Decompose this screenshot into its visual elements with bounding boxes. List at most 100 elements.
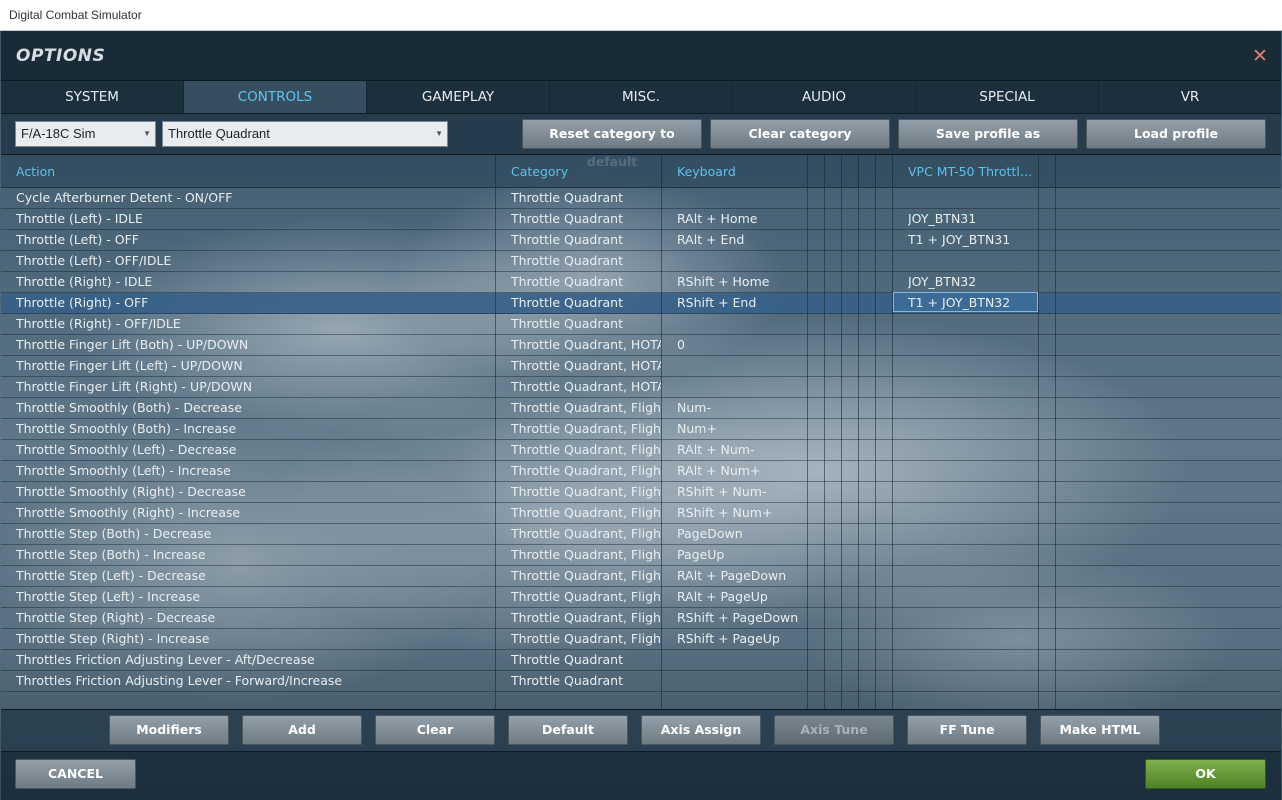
aircraft-select[interactable]: F/A-18C Sim ▼: [15, 121, 156, 147]
category-cell: Throttle Quadrant: [511, 316, 623, 331]
table-row[interactable]: Throttle Step (Both) - Decrease Throttle …: [1, 524, 1281, 545]
table-row[interactable]: Throttle (Right) - IDLE Throttle Quadrant…: [1, 272, 1281, 293]
action-cell: Throttle Smoothly (Both) - Decrease: [16, 400, 242, 415]
keyboard-cell[interactable]: PageUp: [677, 545, 807, 565]
action-cell: Throttle Step (Left) - Decrease: [16, 568, 206, 583]
tab-special[interactable]: SPECIAL: [916, 81, 1099, 113]
table-row[interactable]: Throttle Smoothly (Both) - Increase Throt…: [1, 419, 1281, 440]
table-row[interactable]: Throttle Step (Right) - Decrease Throttle…: [1, 608, 1281, 629]
vpc-throttle-cell[interactable]: T1 + JOY_BTN32: [908, 293, 1036, 313]
keyboard-cell[interactable]: RShift + Num+: [677, 503, 807, 523]
category-select[interactable]: Throttle Quadrant ▼: [162, 121, 448, 147]
keyboard-cell[interactable]: PageDown: [677, 524, 807, 544]
tab-vr[interactable]: VR: [1099, 81, 1281, 113]
axis-assign-button[interactable]: Axis Assign: [641, 715, 761, 745]
table-row[interactable]: Throttle Finger Lift (Both) - UP/DOWN Thr…: [1, 335, 1281, 356]
table-row[interactable]: Throttle Step (Both) - Increase Throttle …: [1, 545, 1281, 566]
cancel-button[interactable]: CANCEL: [15, 759, 136, 789]
ok-button[interactable]: OK: [1145, 759, 1266, 789]
clear-category-button[interactable]: Clear category: [710, 119, 890, 149]
table-row[interactable]: Throttle Smoothly (Left) - Decrease Throt…: [1, 440, 1281, 461]
keyboard-cell[interactable]: RShift + PageUp: [677, 629, 807, 649]
table-row[interactable]: Throttle Smoothly (Both) - Decrease Throt…: [1, 398, 1281, 419]
table-row[interactable]: Throttle Step (Left) - Decrease Throttle …: [1, 566, 1281, 587]
action-cell: Throttle Step (Right) - Increase: [16, 631, 210, 646]
action-cell: Throttle Smoothly (Both) - Increase: [16, 421, 237, 436]
category-cell: Throttle Quadrant, Flight C: [511, 568, 661, 583]
vpc-throttle-cell[interactable]: T1 + JOY_BTN31: [908, 230, 1036, 250]
column-header-action[interactable]: Action: [16, 155, 486, 188]
column-header-category[interactable]: Category: [511, 155, 661, 188]
aircraft-select-value: F/A-18C Sim: [21, 126, 96, 141]
table-row[interactable]: Throttle Step (Left) - Increase Throttle …: [1, 587, 1281, 608]
add-button[interactable]: Add: [242, 715, 362, 745]
axis-tune-button[interactable]: Axis Tune: [774, 715, 894, 745]
keyboard-cell[interactable]: RShift + Home: [677, 272, 807, 292]
table-row[interactable]: Throttle Finger Lift (Left) - UP/DOWN Thr…: [1, 356, 1281, 377]
keyboard-cell[interactable]: RAlt + PageDown: [677, 566, 807, 586]
table-row[interactable]: Throttle (Left) - OFF/IDLE Throttle Quadr…: [1, 251, 1281, 272]
window-title: Digital Combat Simulator: [0, 0, 1282, 31]
close-icon[interactable]: ✕: [1252, 45, 1268, 67]
save-profile-button[interactable]: Save profile as: [898, 119, 1078, 149]
action-cell: Cycle Afterburner Detent - ON/OFF: [16, 190, 233, 205]
modifiers-button[interactable]: Modifiers: [109, 715, 229, 745]
tab-audio[interactable]: AUDIO: [733, 81, 916, 113]
keyboard-cell[interactable]: RShift + Num-: [677, 482, 807, 502]
vpc-throttle-cell[interactable]: JOY_BTN32: [908, 272, 1036, 292]
column-header-keyboard[interactable]: Keyboard: [677, 155, 807, 188]
keyboard-cell[interactable]: 0: [677, 335, 807, 355]
table-row[interactable]: Throttles Friction Adjusting Lever - For…: [1, 671, 1281, 692]
column-header-vpc-throttle[interactable]: VPC MT-50 Throttle ...: [908, 155, 1036, 188]
table-row[interactable]: Throttle Step (Right) - Increase Throttle…: [1, 629, 1281, 650]
keyboard-cell[interactable]: RAlt + PageUp: [677, 587, 807, 607]
category-cell: Throttle Quadrant, Flight C: [511, 631, 661, 646]
tab-gameplay[interactable]: GAMEPLAY: [367, 81, 550, 113]
table-row[interactable]: Throttle Smoothly (Right) - Increase Thro…: [1, 503, 1281, 524]
category-cell: Throttle Quadrant: [511, 253, 623, 268]
keyboard-cell[interactable]: RShift + PageDown: [677, 608, 807, 628]
load-profile-button[interactable]: Load profile: [1086, 119, 1266, 149]
table-row[interactable]: Throttles Friction Adjusting Lever - Aft…: [1, 650, 1281, 671]
default-button[interactable]: Default: [508, 715, 628, 745]
options-header: OPTIONS ✕: [1, 31, 1281, 81]
category-select-value: Throttle Quadrant: [168, 126, 270, 141]
keyboard-cell[interactable]: RShift + End: [677, 293, 807, 313]
chevron-down-icon: ▼: [143, 129, 151, 138]
table-row[interactable]: Throttle Smoothly (Right) - Decrease Thro…: [1, 482, 1281, 503]
vpc-throttle-cell[interactable]: JOY_BTN31: [908, 209, 1036, 229]
category-cell: Throttle Quadrant: [511, 673, 623, 688]
ff-tune-button[interactable]: FF Tune: [907, 715, 1027, 745]
column-divider: [841, 155, 842, 709]
reset-category-button[interactable]: Reset category to default: [522, 119, 702, 169]
clear-button[interactable]: Clear: [375, 715, 495, 745]
table-row[interactable]: Throttle (Right) - OFF/IDLE Throttle Quad…: [1, 314, 1281, 335]
keyboard-cell[interactable]: RAlt + Num+: [677, 461, 807, 481]
category-cell: Throttle Quadrant: [511, 652, 623, 667]
action-cell: Throttle Finger Lift (Left) - UP/DOWN: [16, 358, 243, 373]
category-cell: Throttle Quadrant, Flight C: [511, 610, 661, 625]
make-html-button[interactable]: Make HTML: [1040, 715, 1160, 745]
tab-controls[interactable]: CONTROLS: [184, 81, 367, 113]
table-header: Action Category Keyboard VPC MT-50 Throt…: [1, 155, 1281, 188]
table-row[interactable]: Cycle Afterburner Detent - ON/OFF Throttl…: [1, 188, 1281, 209]
keyboard-cell[interactable]: RAlt + Home: [677, 209, 807, 229]
table-row[interactable]: Throttle (Left) - OFF Throttle Quadrant RA…: [1, 230, 1281, 251]
keyboard-cell[interactable]: RAlt + End: [677, 230, 807, 250]
table-row[interactable]: Throttle (Left) - IDLE Throttle Quadrant R…: [1, 209, 1281, 230]
tab-system[interactable]: SYSTEM: [1, 81, 184, 113]
tab-misc[interactable]: MISC.: [550, 81, 733, 113]
footer-bar: CANCEL OK: [1, 751, 1281, 800]
category-cell: Throttle Quadrant: [511, 211, 623, 226]
keyboard-cell[interactable]: Num-: [677, 398, 807, 418]
table-row[interactable]: Throttle (Right) - OFF Throttle Quadrant R…: [1, 292, 1281, 314]
table-row[interactable]: Throttle Smoothly (Left) - Increase Throt…: [1, 461, 1281, 482]
keyboard-cell[interactable]: RAlt + Num-: [677, 440, 807, 460]
table-row[interactable]: Throttle Finger Lift (Right) - UP/DOWN Th…: [1, 377, 1281, 398]
table-body: Cycle Afterburner Detent - ON/OFF Throttl…: [1, 188, 1281, 692]
category-cell: Throttle Quadrant, HOTAS: [511, 337, 661, 352]
column-divider: [892, 155, 893, 709]
category-cell: Throttle Quadrant, Flight C: [511, 505, 661, 520]
action-cell: Throttle (Left) - OFF: [16, 232, 139, 247]
keyboard-cell[interactable]: Num+: [677, 419, 807, 439]
